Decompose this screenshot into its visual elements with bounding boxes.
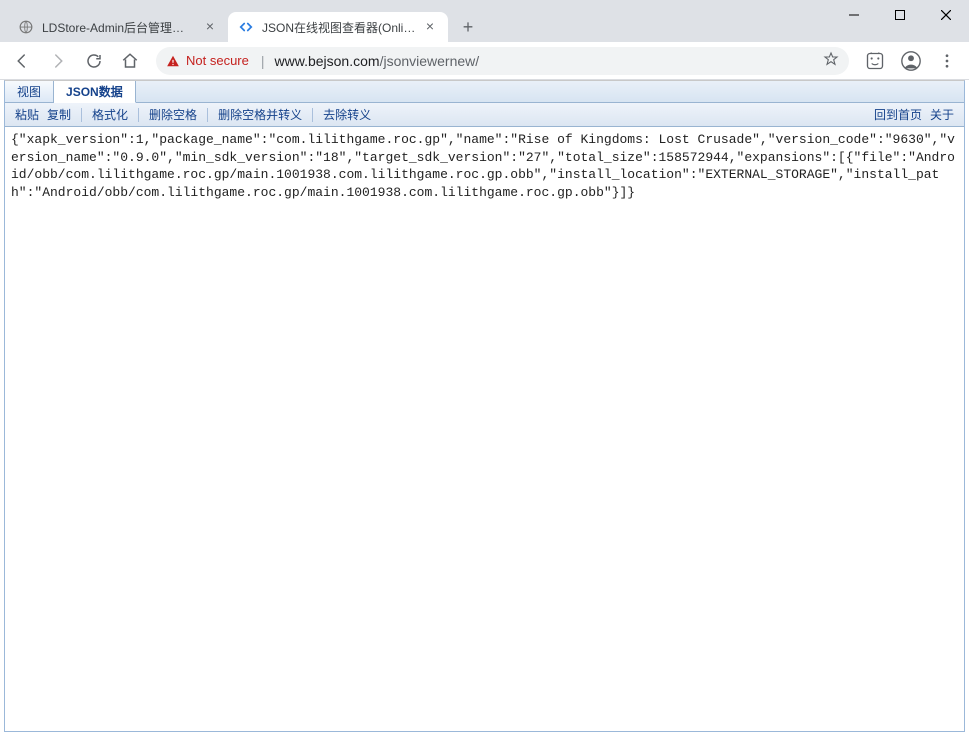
back-home-link[interactable]: 回到首页 [870, 106, 926, 123]
tab-json-data[interactable]: JSON数据 [54, 81, 136, 103]
url-path: /jsonviewernew/ [380, 53, 480, 69]
tab-view[interactable]: 视图 [5, 81, 54, 102]
new-tab-button[interactable]: + [454, 13, 482, 41]
maximize-button[interactable] [877, 0, 923, 30]
unescape-button[interactable]: 去除转义 [319, 106, 375, 123]
separator [138, 108, 139, 122]
separator: | [261, 53, 265, 69]
tab-strip: LDStore-Admin后台管理系统 × JSON在线视图查看器(Online… [0, 8, 969, 42]
url-host: www.bejson.com [275, 53, 380, 69]
warning-icon [166, 54, 180, 68]
extension-icon[interactable] [859, 45, 891, 77]
remove-spaces-escape-button[interactable]: 删除空格并转义 [214, 106, 306, 123]
code-icon [238, 19, 254, 35]
tab-title: JSON在线视图查看器(Online JSON Viewer) [262, 19, 416, 36]
forward-button[interactable] [42, 45, 74, 77]
browser-window: LDStore-Admin后台管理系统 × JSON在线视图查看器(Online… [0, 0, 969, 738]
viewer-tabstrip: 视图 JSON数据 [5, 81, 964, 103]
back-button[interactable] [6, 45, 38, 77]
globe-icon [18, 19, 34, 35]
browser-tab-ldstore[interactable]: LDStore-Admin后台管理系统 × [8, 12, 228, 42]
separator [312, 108, 313, 122]
not-secure-label: Not secure [186, 53, 249, 68]
separator [81, 108, 82, 122]
close-window-button[interactable] [923, 0, 969, 30]
address-bar[interactable]: Not secure | www.bejson.com/jsonviewerne… [156, 47, 849, 75]
close-icon[interactable]: × [422, 19, 438, 35]
tab-title: LDStore-Admin后台管理系统 [42, 19, 196, 36]
browser-toolbar: Not secure | www.bejson.com/jsonviewerne… [0, 42, 969, 80]
about-link[interactable]: 关于 [926, 106, 958, 123]
separator [207, 108, 208, 122]
titlebar [0, 0, 969, 8]
copy-button[interactable]: 复制 [43, 106, 75, 123]
home-button[interactable] [114, 45, 146, 77]
window-controls [831, 0, 969, 30]
format-button[interactable]: 格式化 [88, 106, 132, 123]
minimize-button[interactable] [831, 0, 877, 30]
close-icon[interactable]: × [202, 19, 218, 35]
kebab-menu-icon[interactable] [931, 45, 963, 77]
bookmark-star-icon[interactable] [823, 51, 839, 70]
profile-avatar-icon[interactable] [895, 45, 927, 77]
browser-tab-json[interactable]: JSON在线视图查看器(Online JSON Viewer) × [228, 12, 448, 42]
page-content: 视图 JSON数据 粘贴 复制 格式化 删除空格 删除空格并转义 去除转义 回到… [4, 80, 965, 732]
paste-button[interactable]: 粘贴 [11, 106, 43, 123]
viewer-toolbar: 粘贴 复制 格式化 删除空格 删除空格并转义 去除转义 回到首页 关于 [5, 103, 964, 127]
reload-button[interactable] [78, 45, 110, 77]
not-secure-indicator[interactable]: Not secure [166, 53, 249, 68]
remove-spaces-button[interactable]: 删除空格 [145, 106, 201, 123]
json-textarea[interactable]: {"xapk_version":1,"package_name":"com.li… [5, 127, 964, 731]
